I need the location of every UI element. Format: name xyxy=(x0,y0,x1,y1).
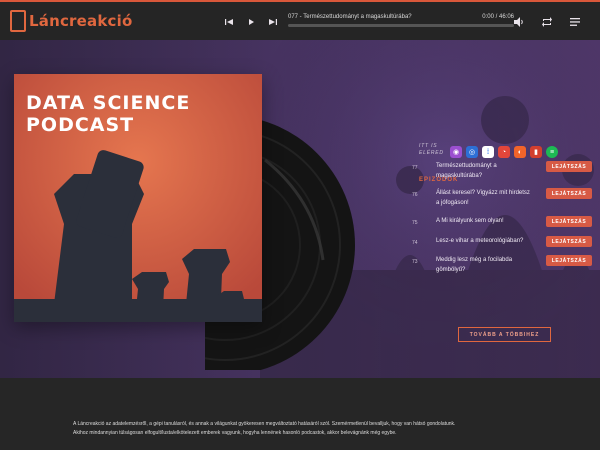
google-podcasts-icon[interactable]: ⁞ xyxy=(482,146,494,158)
episode-number: 75 xyxy=(412,220,418,226)
more-episodes-button[interactable]: TOVÁBB A TÖBBIHEZ xyxy=(458,327,551,342)
podcast-cover: DATA SCIENCE PODCAST xyxy=(14,74,262,322)
list-item: 77 Természettudományt a magaskultúrába? … xyxy=(412,161,592,185)
playlist-icon[interactable] xyxy=(568,15,582,29)
track-time: 0:00 / 46:06 xyxy=(482,14,514,20)
footer-description: A Láncreakció az adatelemzésről, a gépi … xyxy=(73,421,456,436)
logo-mark xyxy=(10,10,26,32)
podcast-icon[interactable]: ◉ xyxy=(450,146,462,158)
spotify-icon[interactable]: ≡ xyxy=(546,146,558,158)
list-item: 76 Állást keresel? Vigyázz mit hirdetsz … xyxy=(412,188,592,212)
platform-list: ◉ ◎ ⁞ ◔ ◐ ▮ ≡ xyxy=(450,146,558,158)
player-tools xyxy=(512,15,582,29)
repeat-icon[interactable] xyxy=(540,15,554,29)
track-info: 077 - Természettudományt a magaskultúráb… xyxy=(288,14,514,20)
play-button[interactable]: LEJÁTSZÁS xyxy=(546,188,592,199)
previous-icon[interactable] xyxy=(222,15,236,29)
episode-number: 77 xyxy=(412,165,418,171)
play-button[interactable]: LEJÁTSZÁS xyxy=(546,161,592,172)
stitcher-icon[interactable]: ▮ xyxy=(530,146,542,158)
safari-icon[interactable]: ◎ xyxy=(466,146,478,158)
volume-icon[interactable] xyxy=(512,15,526,29)
brand-name: Láncreakció xyxy=(29,12,133,30)
track-title: 077 - Természettudományt a magaskultúráb… xyxy=(288,14,412,20)
play-button[interactable]: LEJÁTSZÁS xyxy=(546,255,592,266)
episode-title[interactable]: Meddig lesz még a focilabda gömbölyű? xyxy=(436,255,531,275)
episode-number: 76 xyxy=(412,192,418,198)
play-icon[interactable] xyxy=(244,15,258,29)
player-controls xyxy=(222,15,280,29)
castbox-icon[interactable]: ◐ xyxy=(514,146,526,158)
hero-section: DATA SCIENCE PODCAST ITT IS ELÉRED ◉ ◎ ⁞… xyxy=(0,40,600,378)
logo[interactable]: Láncreakció xyxy=(10,10,132,32)
available-label: ITT IS ELÉRED xyxy=(419,143,444,156)
next-icon[interactable] xyxy=(266,15,280,29)
play-button[interactable]: LEJÁTSZÁS xyxy=(546,216,592,227)
episode-title[interactable]: Lesz-e vihar a meteorológiában? xyxy=(436,236,531,246)
progress-bar[interactable] xyxy=(288,24,514,27)
episode-number: 74 xyxy=(412,240,418,246)
episode-title[interactable]: A Mi királyunk sem olyan! xyxy=(436,216,531,226)
top-bar: Láncreakció 077 - Természettudományt a m… xyxy=(0,0,600,40)
episode-number: 73 xyxy=(412,259,418,265)
footer: A Láncreakció az adatelemzésről, a gépi … xyxy=(0,378,600,450)
play-button[interactable]: LEJÁTSZÁS xyxy=(546,236,592,247)
episode-title[interactable]: Természettudományt a magaskultúrába? xyxy=(436,161,531,181)
pocketcasts-icon[interactable]: ◔ xyxy=(498,146,510,158)
episode-title[interactable]: Állást keresel? Vigyázz mit hirdetsz a j… xyxy=(436,188,531,208)
cover-title: DATA SCIENCE PODCAST xyxy=(26,92,191,136)
list-item: 73 Meddig lesz még a focilabda gömbölyű?… xyxy=(412,255,592,279)
track-area: 077 - Természettudományt a magaskultúráb… xyxy=(288,14,514,27)
